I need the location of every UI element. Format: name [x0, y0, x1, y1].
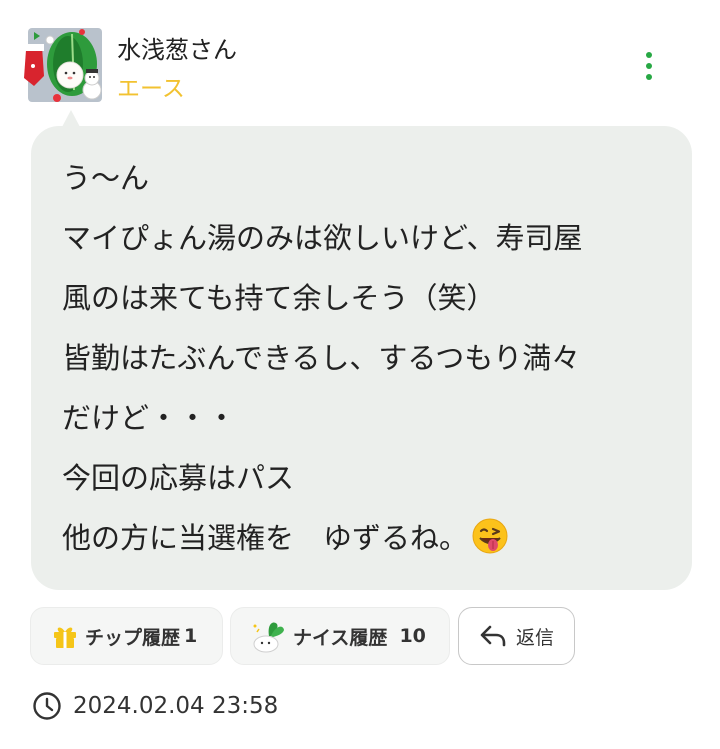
nice-history-label: ナイス履歴	[293, 626, 388, 649]
reply-label: 返信	[516, 626, 555, 649]
more-options-button[interactable]	[634, 46, 664, 86]
tip-history-button[interactable]: チップ履歴 1	[30, 607, 223, 665]
post-line: う〜ん	[62, 161, 150, 195]
tip-history-label: チップ履歴	[85, 626, 181, 649]
more-icon-dot	[646, 63, 652, 69]
post-line: 皆勤はたぶんできるし、するつもり満々	[62, 341, 581, 375]
reply-button[interactable]: 返信	[458, 607, 575, 665]
reply-icon	[479, 623, 507, 649]
nice-history-button[interactable]: ナイス履歴 10	[230, 607, 450, 665]
post-line: 風のは来ても持て余しそう（笑）	[62, 281, 496, 315]
nice-count: 10	[399, 625, 426, 647]
username[interactable]: 水浅葱さん	[117, 34, 237, 66]
clock-icon	[32, 691, 62, 721]
more-icon-dot	[646, 74, 652, 80]
tip-count: 1	[184, 625, 198, 647]
post-line: 今回の応募はパス	[62, 461, 295, 495]
post-line-text: 他の方に当選権を ゆずるね。	[62, 521, 469, 555]
winking-face-with-tongue-icon	[472, 514, 508, 574]
post-line: だけど・・・	[62, 401, 237, 435]
gift-icon	[51, 622, 79, 650]
rank-label: エース	[117, 76, 185, 102]
timestamp-text: 2024.02.04 23:58	[73, 693, 279, 719]
avatar[interactable]	[22, 20, 106, 104]
negi-mascot-icon	[249, 616, 289, 656]
post-timestamp: 2024.02.04 23:58	[32, 689, 278, 723]
post-line-last: 他の方に当選権を ゆずるね。	[62, 508, 662, 574]
more-icon	[646, 52, 652, 58]
bubble-tail	[62, 110, 80, 127]
post-line: マイぴょん湯のみは欲しいけど、寿司屋	[62, 221, 583, 255]
post-body: う〜ん マイぴょん湯のみは欲しいけど、寿司屋 風のは来ても持て余しそう（笑） 皆…	[31, 126, 692, 590]
